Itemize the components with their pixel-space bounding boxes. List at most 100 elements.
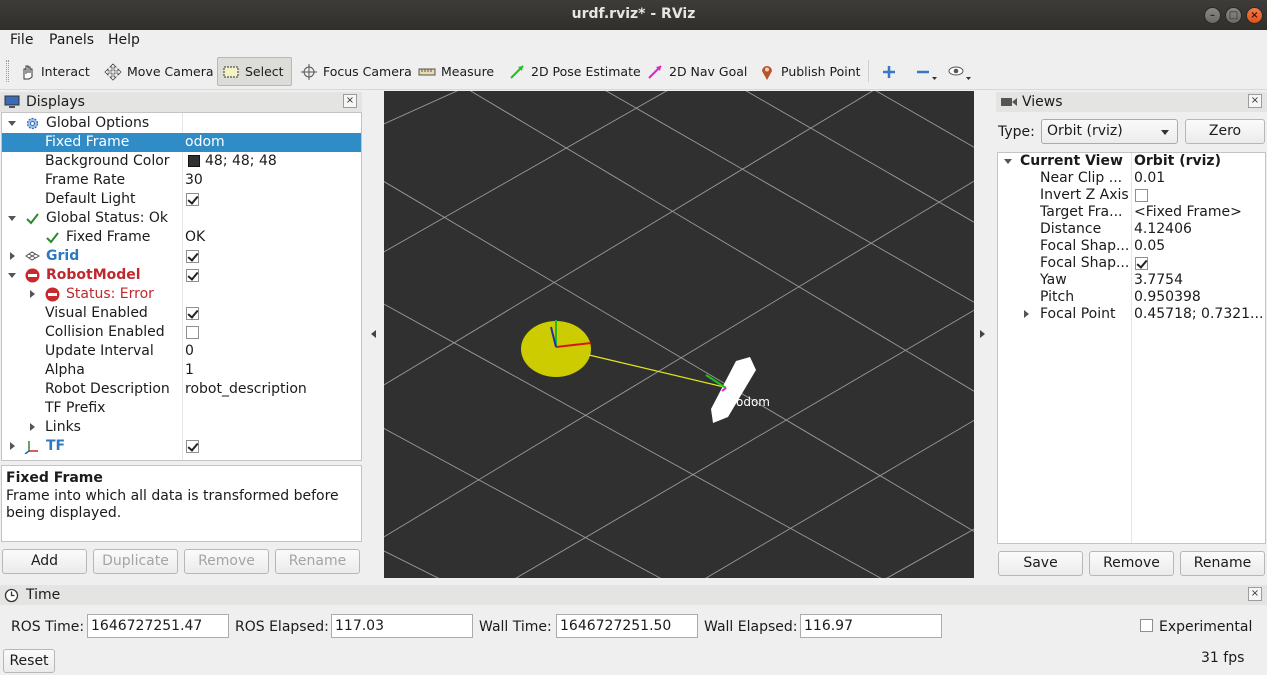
view-row-near-clip[interactable]: Near Clip ... 0.01 [998,170,1265,187]
visual-enabled-checkbox[interactable] [186,307,199,320]
focus-target-icon [301,63,317,80]
property-description: Fixed Frame Frame into which all data is… [1,465,362,542]
displays-close-button[interactable]: × [343,94,357,108]
time-title: Time [26,587,61,603]
views-close-button[interactable]: × [1248,94,1262,108]
ros-elapsed-label: ROS Elapsed: [235,619,329,635]
close-button[interactable]: × [1246,7,1263,24]
add-tool-button[interactable] [876,57,902,86]
view-row-focal-shape-fixed[interactable]: Focal Shap... [998,255,1265,272]
nav-goal-tool[interactable]: 2D Nav Goal [642,57,751,86]
rename-display-button[interactable]: Rename [275,549,360,574]
collapse-left-handle[interactable] [371,330,376,338]
tree-row-default-light[interactable]: Default Light [2,190,361,209]
displays-title: Displays [26,94,85,110]
fps-indicator: 31 fps [1201,650,1245,666]
focal-shape-fixed-checkbox[interactable] [1135,257,1148,270]
tree-row-grid[interactable]: Grid [2,247,361,266]
tree-row-frame-rate[interactable]: Frame Rate 30 [2,171,361,190]
wall-time-field[interactable]: 1646727251.50 [556,614,698,638]
window-title: urdf.rviz* - RViz [571,6,696,22]
duplicate-display-button[interactable]: Duplicate [93,549,178,574]
menu-help[interactable]: Help [108,32,140,48]
move-camera-tool[interactable]: Move Camera [100,57,218,86]
tree-row-links[interactable]: Links [2,418,361,437]
tree-row-fixed-frame[interactable]: Fixed Frame odom [2,133,361,152]
select-tool[interactable]: Select [217,57,292,86]
tree-row-robot-description[interactable]: Robot Description robot_description [2,380,361,399]
rename-view-button[interactable]: Rename [1180,551,1265,576]
interact-tool[interactable]: Interact [14,57,94,86]
tree-row-global-status[interactable]: Global Status: Ok [2,209,361,228]
eye-icon [948,66,971,80]
panel-visibility-button[interactable] [942,57,976,86]
toolbar-grip[interactable] [6,60,9,82]
plus-icon [883,65,895,78]
ros-elapsed-field[interactable]: 117.03 [331,614,473,638]
view-row-focal-point[interactable]: Focal Point 0.45718; 0.7321... [998,306,1265,323]
view-type-select[interactable]: Orbit (rviz) [1041,119,1178,144]
error-icon [25,268,40,283]
view-row-target-frame[interactable]: Target Fra... <Fixed Frame> [998,204,1265,221]
chevron-down-icon [1161,130,1169,135]
default-light-checkbox[interactable] [186,193,199,206]
publish-point-tool[interactable]: Publish Point [754,57,865,86]
tree-row-update-interval[interactable]: Update Interval 0 [2,342,361,361]
fixed-frame-value[interactable]: odom [185,133,225,152]
tree-row-status-fixed-frame[interactable]: Fixed Frame OK [2,228,361,247]
zero-button[interactable]: Zero [1185,119,1265,144]
menu-file[interactable]: File [10,32,33,48]
focus-camera-tool[interactable]: Focus Camera [296,57,416,86]
grid-lines [384,91,974,578]
menu-panels[interactable]: Panels [49,32,94,48]
experimental-checkbox[interactable] [1140,619,1153,632]
tree-row-alpha[interactable]: Alpha 1 [2,361,361,380]
select-box-icon [223,66,239,77]
view-row-yaw[interactable]: Yaw 3.7754 [998,272,1265,289]
tree-row-tf[interactable]: TF [2,437,361,456]
views-panel-header: Views × [996,92,1267,112]
render-viewport[interactable]: odom [384,91,974,578]
remove-display-button[interactable]: Remove [184,549,269,574]
view-row-current-view[interactable]: Current View Orbit (rviz) [998,153,1265,170]
checkmark-icon [46,232,59,244]
pose-estimate-tool[interactable]: 2D Pose Estimate [504,57,645,86]
time-panel-header: Time × [0,585,1267,605]
tree-row-robotmodel[interactable]: RobotModel [2,266,361,285]
odom-y-axis [705,374,727,389]
green-arrow-icon [510,64,524,79]
tree-row-visual-enabled[interactable]: Visual Enabled [2,304,361,323]
tree-row-tf-prefix[interactable]: TF Prefix [2,399,361,418]
tree-row-global-options[interactable]: Global Options [2,114,361,133]
wall-elapsed-field[interactable]: 116.97 [800,614,942,638]
view-row-pitch[interactable]: Pitch 0.950398 [998,289,1265,306]
menu-bar: File Panels Help [0,30,1267,52]
grid-checkbox[interactable] [186,250,199,263]
collapse-right-handle[interactable] [980,330,985,338]
tree-row-status-error[interactable]: Status: Error [2,285,361,304]
clock-icon [4,588,19,603]
collision-enabled-checkbox[interactable] [186,326,199,339]
measure-tool[interactable]: Measure [414,57,498,86]
save-view-button[interactable]: Save [998,551,1083,576]
wall-elapsed-label: Wall Elapsed: [704,619,798,635]
maximize-button[interactable]: □ [1225,7,1242,24]
view-row-invert-z[interactable]: Invert Z Axis [998,187,1265,204]
time-close-button[interactable]: × [1248,587,1262,601]
invert-z-checkbox[interactable] [1135,189,1148,202]
ros-time-field[interactable]: 1646727251.47 [87,614,229,638]
viewport-scene [384,91,974,578]
tree-row-collision-enabled[interactable]: Collision Enabled [2,323,361,342]
remove-view-button[interactable]: Remove [1089,551,1174,576]
tf-checkbox[interactable] [186,440,199,453]
add-display-button[interactable]: Add [2,549,87,574]
minimize-button[interactable]: – [1204,7,1221,24]
tree-row-background-color[interactable]: Background Color 48; 48; 48 [2,152,361,171]
robotmodel-checkbox[interactable] [186,269,199,282]
remove-tool-button[interactable] [910,57,942,86]
view-row-distance[interactable]: Distance 4.12406 [998,221,1265,238]
view-row-focal-shape-size[interactable]: Focal Shap... 0.05 [998,238,1265,255]
reset-button[interactable]: Reset [3,649,55,673]
views-type-label: Type: [998,124,1035,140]
color-swatch[interactable] [188,155,200,167]
